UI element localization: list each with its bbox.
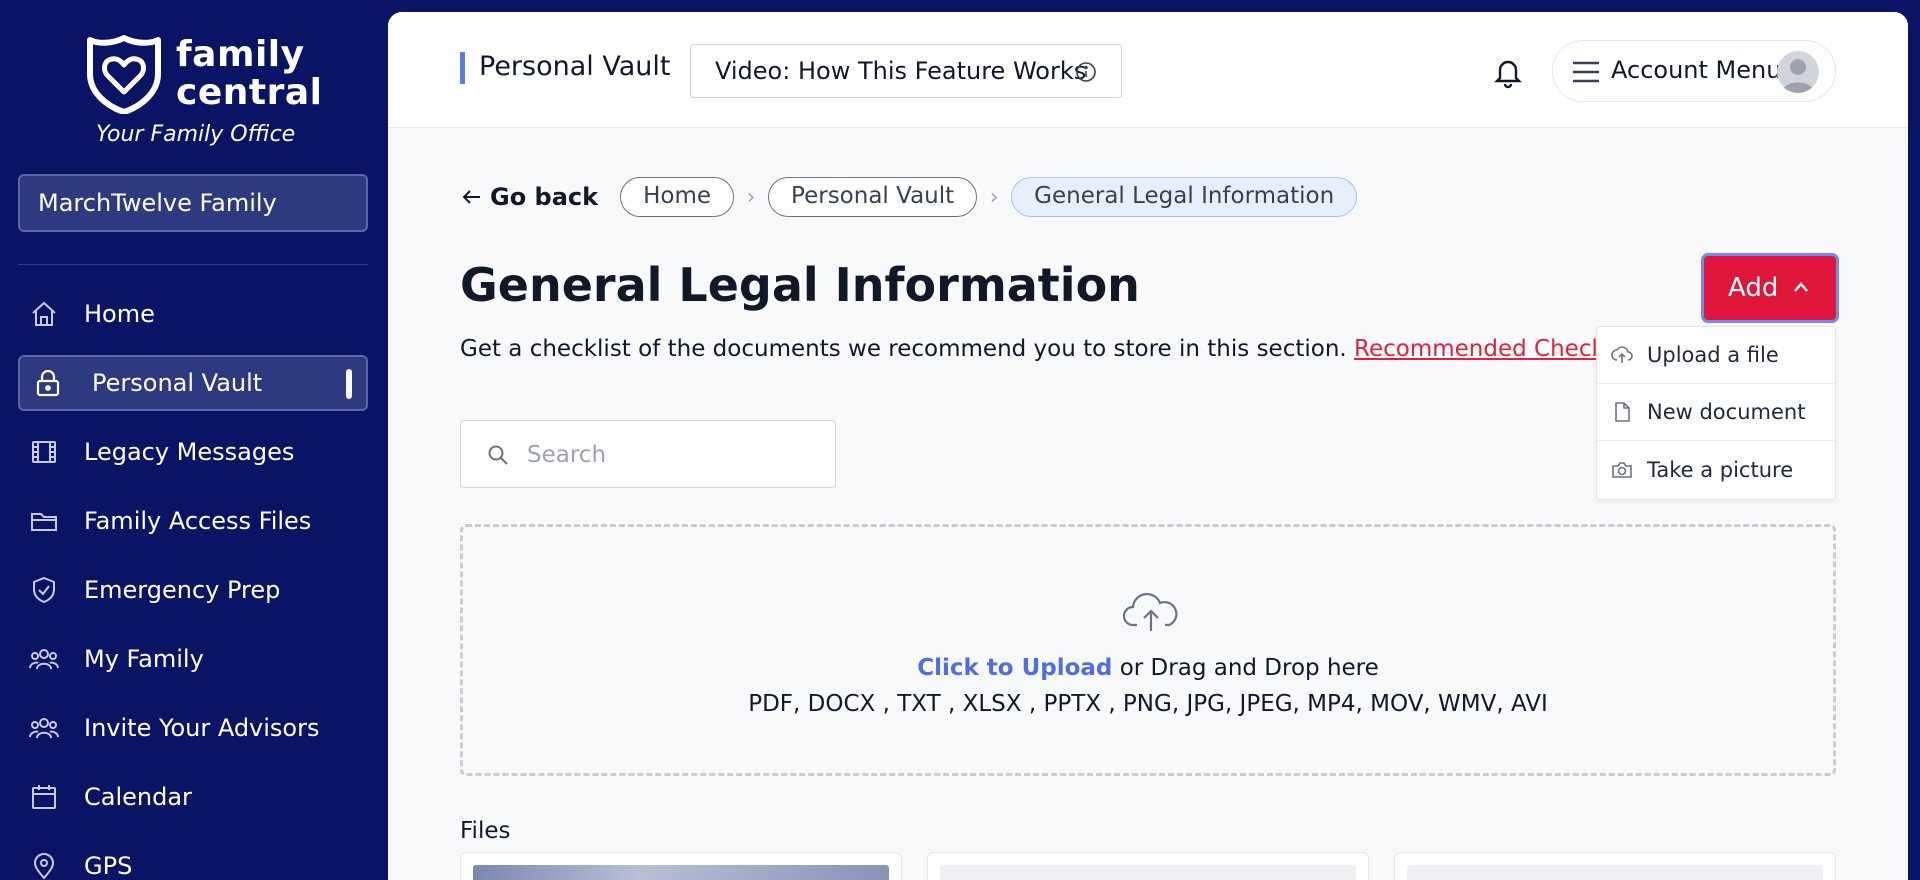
checklist-text: Get a checklist of the documents we reco…	[460, 336, 1347, 362]
video-how-it-works-button[interactable]: Video: How This Feature Works	[690, 44, 1122, 98]
sidebar-item-emergency-prep[interactable]: Emergency Prep	[18, 562, 368, 618]
dropzone-instructions: Click to Upload or Drag and Drop here	[463, 655, 1833, 681]
video-button-label: Video: How This Feature Works	[715, 57, 1087, 85]
lock-icon	[32, 367, 64, 399]
heart-shield-logo-icon	[87, 35, 161, 114]
file-card[interactable]	[460, 852, 902, 880]
chevron-up-icon	[1794, 282, 1808, 292]
family-central-logo[interactable]: family central Your Family Office	[84, 34, 322, 147]
page-title: General Legal Information	[460, 258, 1140, 312]
sidebar-item-label: My Family	[84, 645, 204, 673]
click-to-upload-link[interactable]: Click to Upload	[917, 655, 1112, 681]
checklist-description: Get a checklist of the documents we reco…	[460, 336, 1646, 362]
drag-drop-label: or Drag and Drop here	[1112, 655, 1379, 681]
sidebar-item-personal-vault[interactable]: Personal Vault	[18, 355, 368, 411]
add-dropdown-menu: Upload a file New document Take a pictur…	[1596, 326, 1836, 500]
menu-item-label: Upload a file	[1647, 343, 1779, 367]
arrow-left-icon	[462, 190, 480, 204]
add-button[interactable]: Add	[1704, 256, 1836, 320]
account-menu-label: Account Menu	[1611, 56, 1782, 84]
file-thumbnail	[940, 865, 1356, 880]
sidebar-item-label: GPS	[84, 852, 133, 880]
menu-item-new-document[interactable]: New document	[1597, 384, 1835, 441]
breadcrumb-personal-vault[interactable]: Personal Vault	[768, 177, 978, 217]
menu-item-take-picture[interactable]: Take a picture	[1597, 441, 1835, 498]
logo-tagline: Your Family Office	[96, 122, 296, 147]
family-selector[interactable]: MarchTwelve Family	[18, 174, 368, 232]
sidebar-item-label: Emergency Prep	[84, 576, 281, 604]
notification-bell-icon[interactable]	[1492, 56, 1524, 90]
users-icon	[28, 712, 60, 744]
search-icon	[488, 445, 508, 465]
header-title: Personal Vault	[460, 52, 670, 84]
account-menu-button[interactable]: Account Menu	[1552, 40, 1836, 102]
main-panel: Personal Vault Video: How This Feature W…	[388, 12, 1908, 880]
sidebar-divider	[18, 264, 368, 265]
hamburger-menu-icon	[1573, 61, 1599, 83]
sidebar-nav: Home Personal Vault Legacy Messages Fami…	[18, 286, 368, 880]
document-icon	[1615, 402, 1630, 422]
sidebar-item-legacy-messages[interactable]: Legacy Messages	[18, 424, 368, 480]
folder-icon	[28, 505, 60, 537]
info-icon	[1076, 62, 1096, 82]
calendar-icon	[28, 781, 60, 813]
sidebar-item-home[interactable]: Home	[18, 286, 368, 342]
sidebar-item-my-family[interactable]: My Family	[18, 631, 368, 687]
logo-wordmark: family central	[176, 34, 323, 113]
users-icon	[28, 643, 60, 675]
avatar	[1777, 51, 1819, 93]
location-pin-icon	[28, 850, 60, 880]
chevron-right-icon: ›	[989, 184, 999, 210]
search-box	[460, 420, 836, 488]
files-section-label: Files	[460, 818, 511, 844]
sidebar-item-label: Home	[84, 300, 155, 328]
file-thumbnail	[1407, 865, 1823, 880]
cloud-upload-icon	[1123, 593, 1178, 631]
search-input[interactable]	[527, 435, 817, 475]
menu-item-label: New document	[1647, 400, 1806, 424]
go-back-link[interactable]: Go back	[460, 183, 598, 211]
sidebar: family central Your Family Office MarchT…	[0, 0, 386, 880]
sidebar-item-label: Personal Vault	[92, 369, 263, 397]
upload-dropzone[interactable]: Click to Upload or Drag and Drop here PD…	[460, 524, 1836, 776]
go-back-label: Go back	[490, 183, 599, 211]
menu-item-upload-file[interactable]: Upload a file	[1597, 327, 1835, 384]
sidebar-item-label: Family Access Files	[84, 507, 312, 535]
sidebar-item-label: Calendar	[84, 783, 192, 811]
sidebar-item-family-access-files[interactable]: Family Access Files	[18, 493, 368, 549]
sidebar-item-label: Invite Your Advisors	[84, 714, 320, 742]
chevron-right-icon: ›	[746, 184, 756, 210]
add-button-label: Add	[1728, 273, 1779, 303]
sidebar-item-gps[interactable]: GPS	[18, 838, 368, 880]
file-card[interactable]	[1394, 852, 1836, 880]
sidebar-item-invite-advisors[interactable]: Invite Your Advisors	[18, 700, 368, 756]
breadcrumb-home[interactable]: Home	[620, 177, 735, 217]
accepted-formats: PDF, DOCX , TXT , XLSX , PPTX , PNG, JPG…	[748, 691, 1548, 717]
menu-item-label: Take a picture	[1647, 457, 1794, 482]
film-icon	[28, 436, 60, 468]
shield-check-icon	[28, 574, 60, 606]
top-bar: Personal Vault Video: How This Feature W…	[388, 12, 1908, 128]
cloud-upload-icon	[1611, 346, 1633, 363]
breadcrumb-current: General Legal Information	[1011, 177, 1358, 217]
sidebar-item-calendar[interactable]: Calendar	[18, 769, 368, 825]
home-icon	[28, 298, 60, 330]
breadcrumb: Go back Home › Personal Vault › General …	[460, 176, 1358, 218]
camera-icon	[1612, 461, 1632, 478]
sidebar-item-label: Legacy Messages	[84, 438, 295, 466]
file-thumbnail	[473, 865, 889, 880]
file-card[interactable]	[927, 852, 1369, 880]
